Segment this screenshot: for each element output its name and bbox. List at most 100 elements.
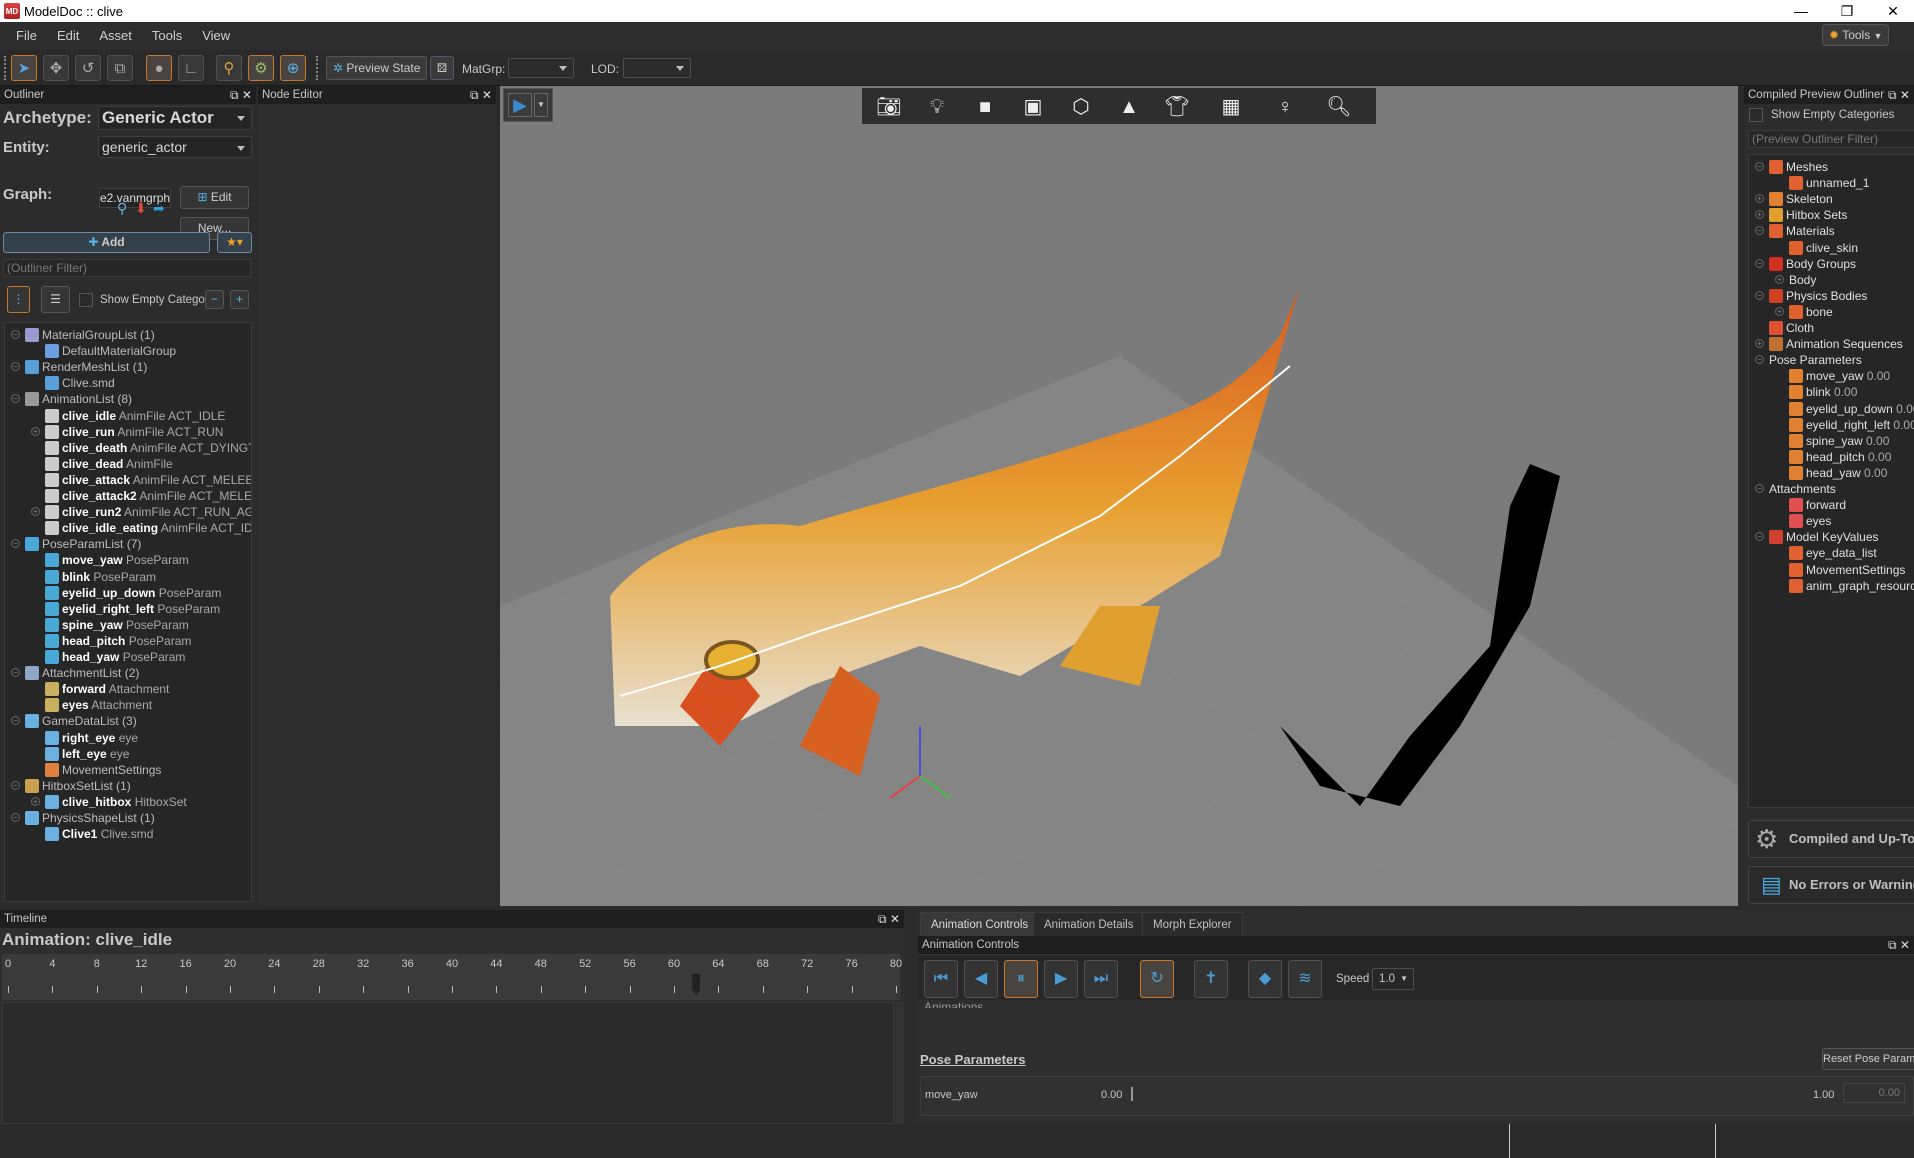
browse-icon[interactable]: ⚲ (117, 200, 127, 217)
slider-handle[interactable] (1131, 1087, 1133, 1101)
collapse-icon[interactable]: − (1755, 355, 1764, 365)
tree-item[interactable]: eyes (1749, 513, 1914, 529)
tree-item[interactable]: − Physics Bodies (1749, 288, 1914, 304)
speed-select[interactable]: 1.0 ▼ (1372, 968, 1414, 990)
expand-icon[interactable]: + (31, 507, 40, 517)
tree-item[interactable]: forward Attachment (5, 681, 251, 697)
monitor-icon[interactable]: ▣ (1020, 94, 1046, 120)
tree-item[interactable]: + Hitbox Sets (1749, 207, 1914, 223)
tree-item[interactable]: clive_skin (1749, 240, 1914, 256)
collapse-icon[interactable]: − (11, 539, 20, 549)
menu-tools[interactable]: Tools (142, 22, 192, 50)
collapse-icon[interactable]: − (11, 716, 20, 726)
tree-item[interactable]: − HitboxSetList (1) (5, 778, 251, 794)
telescope-button[interactable]: ⚲ (216, 55, 242, 81)
menu-file[interactable]: File (6, 22, 47, 50)
grid-visibility-icon[interactable]: ▦ (1218, 94, 1244, 120)
timeline-ruler[interactable]: 0 4 8 12 16 20 24 28 32 36 40 44 48 52 56 60 64 68 72 76 80 (2, 954, 902, 1000)
add-button[interactable]: ✚ Add (3, 232, 210, 253)
tree-item[interactable]: Clive1 Clive.smd (5, 826, 251, 842)
wireframe-cube-icon[interactable]: ⬡ (1068, 94, 1094, 120)
local-space-button[interactable]: ∟ (178, 55, 204, 81)
loop-button[interactable]: ↻ (1140, 960, 1174, 998)
tree-item[interactable]: − Body Groups (1749, 256, 1914, 272)
go-to-start-button[interactable]: ⏮ (924, 960, 958, 998)
expand-icon[interactable]: + (31, 426, 40, 436)
tree-item[interactable]: head_yaw PoseParam (5, 649, 251, 665)
expand-icon[interactable]: + (1775, 306, 1784, 316)
tree-item[interactable]: clive_death AnimFile ACT_DYINGTO (5, 440, 251, 456)
tree-item[interactable]: eyelid_up_down PoseParam (5, 585, 251, 601)
collapse-icon[interactable]: − (1755, 484, 1764, 493)
collapse-icon[interactable]: − (1755, 226, 1764, 236)
cube-icon[interactable]: ■ (972, 94, 998, 120)
tree-item[interactable]: head_pitch PoseParam (5, 633, 251, 649)
open-icon[interactable]: ➦ (153, 200, 165, 217)
tree-item[interactable]: eyelid_right_left PoseParam (5, 601, 251, 617)
search-visibility-icon[interactable]: 🔍︎ (1326, 94, 1352, 120)
tree-item[interactable]: + clive_run2 AnimFile ACT_RUN_AGIT (5, 504, 251, 520)
tree-item[interactable]: clive_attack2 AnimFile ACT_MELEE_ (5, 488, 251, 504)
lod-select[interactable] (623, 58, 691, 78)
tree-item[interactable]: + Body (1749, 272, 1914, 288)
menu-view[interactable]: View (192, 22, 240, 50)
float-close-controls[interactable]: ⧉ ✕ (230, 86, 252, 104)
locate-icon[interactable]: ⬇ (135, 200, 147, 217)
expand-icon[interactable]: + (1755, 210, 1764, 220)
tree-item[interactable]: clive_idle_eating AnimFile ACT_IDLI (5, 520, 251, 536)
tree-item[interactable]: DefaultMaterialGroup (5, 343, 251, 359)
tree-item[interactable]: Cloth (1749, 320, 1914, 336)
collapse-icon[interactable]: − (1755, 258, 1764, 268)
tree-item[interactable]: MovementSettings (1749, 562, 1914, 578)
tree-item[interactable]: − Meshes (1749, 159, 1914, 175)
collapse-all-button[interactable]: − (205, 290, 224, 309)
tree-item[interactable]: clive_idle AnimFile ACT_IDLE (5, 408, 251, 424)
entity-dropdown[interactable]: generic_actor (98, 136, 252, 158)
tree-item[interactable]: spine_yaw PoseParam (5, 617, 251, 633)
light-icon[interactable]: 💡︎ (924, 94, 950, 120)
tree-item[interactable]: spine_yaw 0.00 (1749, 433, 1914, 449)
tree-item[interactable]: move_yaw PoseParam (5, 552, 251, 568)
menu-asset[interactable]: Asset (89, 22, 142, 50)
tab-animation-details[interactable]: Animation Details (1033, 912, 1145, 936)
physics-button[interactable]: ◆ (1248, 960, 1282, 998)
favorites-button[interactable]: ★▾ (217, 232, 252, 253)
tree-item[interactable]: Clive.smd (5, 375, 251, 391)
preview-state-button[interactable]: ✲ Preview State (326, 56, 428, 80)
3d-viewport[interactable]: ▶ ▼ 📷︎ 💡︎ ■ ▣ ⬡ ▲ 👕︎ ▦ ♀ 🔍︎ (500, 86, 1738, 906)
playhead[interactable] (692, 974, 701, 996)
float-close-controls[interactable]: ⧉ ✕ (1888, 86, 1910, 104)
tree-item[interactable]: eyelid_up_down 0.00 (1749, 401, 1914, 417)
tree-item[interactable]: blink 0.00 (1749, 384, 1914, 400)
timeline-scrollbar[interactable] (896, 1002, 904, 1124)
show-empty-checkbox[interactable] (79, 293, 93, 307)
tree-item[interactable]: − PoseParamList (7) (5, 536, 251, 552)
cloth-visibility-icon[interactable]: 👕︎ (1164, 94, 1190, 120)
float-close-controls[interactable]: ⧉ ✕ (470, 86, 492, 104)
play-button[interactable]: ▶ (508, 93, 532, 117)
animations-section-header[interactable]: Animations (924, 1000, 983, 1008)
tab-morph-explorer[interactable]: Morph Explorer (1142, 912, 1243, 936)
collapse-icon[interactable]: − (11, 394, 20, 404)
matgrp-select[interactable] (508, 58, 574, 78)
tree-item[interactable]: move_yaw 0.00 (1749, 368, 1914, 384)
reset-pose-params-button[interactable]: Reset Pose Params (1822, 1048, 1914, 1070)
tree-item[interactable]: clive_attack AnimFile ACT_MELEE_A (5, 472, 251, 488)
hierarchy-view-button[interactable]: ⋮ (7, 286, 30, 313)
minimize-button[interactable]: — (1778, 0, 1824, 22)
collapse-icon[interactable]: − (11, 780, 20, 790)
float-close-controls[interactable]: ⧉ ✕ (878, 910, 900, 928)
play-dropdown[interactable]: ▼ (534, 93, 548, 117)
tree-item[interactable]: − Pose Parameters (1749, 352, 1914, 368)
expand-icon[interactable]: + (31, 796, 40, 806)
step-forward-button[interactable]: ▶ (1044, 960, 1078, 998)
tree-item[interactable]: right_eye eye (5, 730, 251, 746)
root-motion-button[interactable]: ✝ (1194, 960, 1228, 998)
tree-item[interactable]: − AttachmentList (2) (5, 665, 251, 681)
pause-button[interactable]: ⏸ (1004, 960, 1038, 998)
collapse-icon[interactable]: − (11, 330, 20, 339)
tree-item[interactable]: + clive_hitbox HitboxSet (5, 794, 251, 810)
close-window-button[interactable]: ✕ (1870, 0, 1914, 22)
restore-button[interactable]: ❐ (1824, 0, 1870, 22)
tree-item[interactable]: head_pitch 0.00 (1749, 449, 1914, 465)
